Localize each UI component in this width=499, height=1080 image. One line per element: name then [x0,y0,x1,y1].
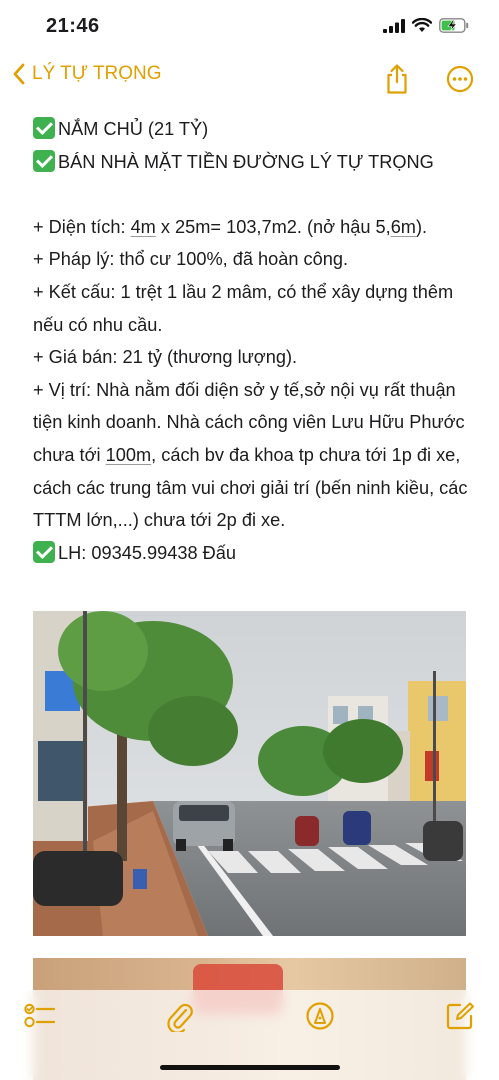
wifi-icon [412,18,432,32]
battery-charging-icon [439,18,469,33]
check-mark-icon [33,149,55,172]
checklist-icon [24,1003,56,1028]
note-line-area: + Diện tích: 4m x 25m= 103,7m2. (nở hậu … [33,216,428,237]
back-button[interactable]: LÝ TỰ TRỌNG [12,62,162,86]
home-indicator[interactable] [160,1065,340,1070]
compose-button[interactable] [442,998,478,1034]
check-mark-icon [33,117,55,139]
note-body[interactable]: NẮM CHỦ (21 TỶ) BÁN NHÀ MẶT TIỀN ĐƯỜNG L… [33,113,473,569]
note-line-structure: + Kết cấu: 1 trệt 1 lầu 2 mâm, có thể xâ… [33,281,459,335]
note-line-contact: LH: 09345.99438 Đấu [33,537,473,570]
compose-icon [446,1002,474,1030]
navigation-bar: LÝ TỰ TRỌNG [0,58,499,102]
markup-icon [306,1002,334,1030]
underlined-text: 100m [105,444,152,465]
street-photo[interactable] [33,611,466,936]
street-photo-image [33,611,466,936]
note-line-location: + Vị trí: Nhà nằm đối diện sở y tế,sở nộ… [33,379,473,531]
underlined-text: 4m [130,216,156,237]
share-icon [387,64,407,94]
chevron-left-icon [13,63,25,85]
markup-button[interactable] [302,998,338,1034]
note-line-2: BÁN NHÀ MẶT TIỀN ĐƯỜNG LÝ TỰ TRỌNG [33,146,473,179]
note-line-price: + Giá bán: 21 tỷ (thương lượng). [33,347,298,368]
back-label: LÝ TỰ TRỌNG [32,63,162,84]
status-bar: 21:46 [0,0,499,56]
more-icon [446,65,474,93]
attachment-icon [167,1003,193,1032]
note-line-legal: + Pháp lý: thổ cư 100%, đã hoàn công. [33,249,349,270]
underlined-text: 6m [390,216,416,237]
attachment-button[interactable] [162,998,198,1034]
status-time: 21:46 [46,15,100,37]
signal-icon [383,18,405,33]
more-button[interactable] [445,62,475,96]
check-mark-icon [33,540,55,563]
share-button[interactable] [382,62,412,96]
note-line-1: NẮM CHỦ (21 TỶ) [33,113,473,146]
checklist-button[interactable] [22,998,58,1034]
status-icons [383,18,469,33]
